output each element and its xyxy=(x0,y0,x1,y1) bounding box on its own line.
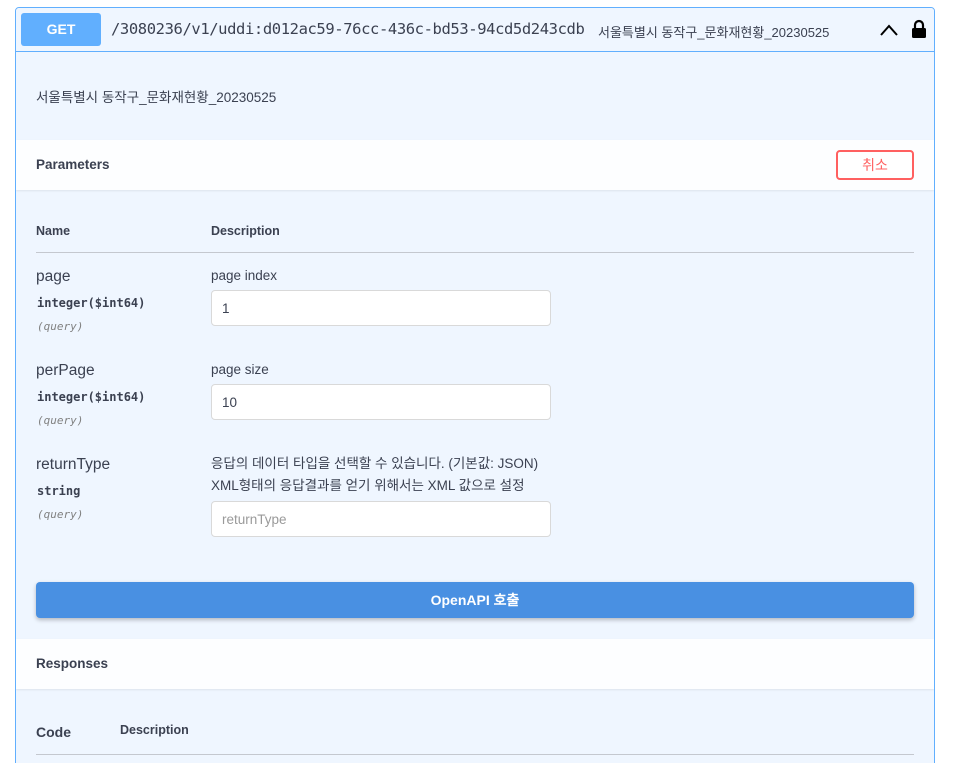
parameters-header: Parameters 취소 xyxy=(16,140,934,190)
parameters-divider xyxy=(36,252,914,253)
param-name-page: page xyxy=(36,268,71,285)
perpage-input[interactable] xyxy=(211,384,551,420)
param-type-page: integer($int64) xyxy=(37,296,146,310)
param-description-page: page index xyxy=(211,268,278,283)
param-name-returntype: returnType xyxy=(36,456,111,473)
responses-column-code: Code xyxy=(36,724,71,740)
param-description-perpage: page size xyxy=(211,362,269,377)
responses-divider xyxy=(36,754,914,755)
operation-block: GET /3080236/v1/uddi:d012ac59-76cc-436c-… xyxy=(15,7,935,763)
param-in-page: (query) xyxy=(37,320,84,333)
responses-title: Responses xyxy=(36,656,109,671)
param-description-returntype-line1: 응답의 데이터 타입을 선택할 수 있습니다. (기본값: JSON) xyxy=(211,456,539,471)
page-input[interactable] xyxy=(211,290,551,326)
lock-icon[interactable] xyxy=(911,19,927,39)
operation-description: 서울특별시 동작구_문화재현황_20230525 xyxy=(36,90,277,105)
operation-summary[interactable]: GET /3080236/v1/uddi:d012ac59-76cc-436c-… xyxy=(16,8,934,52)
param-name-perpage: perPage xyxy=(36,362,95,379)
param-type-perpage: integer($int64) xyxy=(37,390,146,404)
param-type-returntype: string xyxy=(37,484,81,498)
execute-button[interactable]: OpenAPI 호출 xyxy=(36,582,914,618)
parameters-title: Parameters xyxy=(36,157,110,172)
endpoint-path: /3080236/v1/uddi:d012ac59-76cc-436c-bd53… xyxy=(111,20,585,38)
param-in-perpage: (query) xyxy=(37,414,84,427)
param-in-returntype: (query) xyxy=(37,508,84,521)
column-header-description: Description xyxy=(211,224,280,238)
http-method-badge: GET xyxy=(21,13,101,46)
responses-header: Responses xyxy=(16,639,934,689)
returntype-input[interactable] xyxy=(211,501,551,537)
responses-column-description: Description xyxy=(120,723,189,737)
column-header-name: Name xyxy=(36,224,71,238)
param-description-returntype-line2: XML형태의 응답결과를 얻기 위해서는 XML 값으로 설정 xyxy=(211,478,525,493)
endpoint-summary: 서울특별시 동작구_문화재현황_20230525 xyxy=(598,25,830,40)
chevron-up-icon[interactable] xyxy=(880,24,898,36)
cancel-button[interactable]: 취소 xyxy=(836,150,914,180)
